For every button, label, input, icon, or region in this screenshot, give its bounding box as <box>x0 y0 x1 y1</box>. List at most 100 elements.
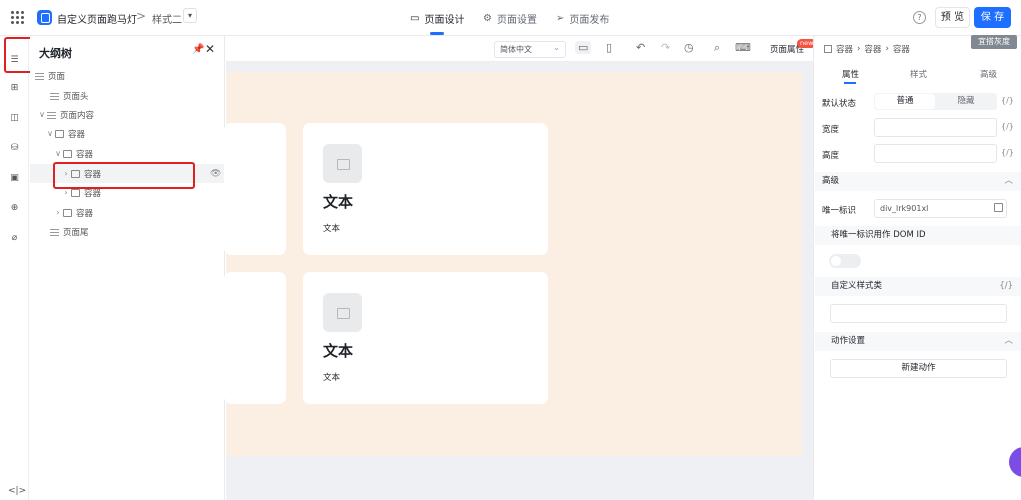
unique-id-input[interactable]: div_lrk901xl <box>874 199 1007 218</box>
desktop-icon[interactable]: ▭ <box>575 41 592 54</box>
image-placeholder-icon <box>323 144 362 183</box>
language-select[interactable]: 简体中文 <box>494 40 566 58</box>
tree-node-header[interactable]: 页面头 <box>30 86 225 105</box>
attachment-icon[interactable]: ⌀ <box>7 230 22 245</box>
height-input[interactable] <box>874 144 997 163</box>
style-name[interactable]: 样式二 <box>152 11 182 26</box>
chevron-right-icon: › <box>857 44 861 54</box>
card-title: 文本 <box>323 193 354 211</box>
card-partial[interactable] <box>224 123 286 255</box>
save-button[interactable]: 保 存 <box>974 7 1011 28</box>
card-partial[interactable] <box>224 272 286 404</box>
tree-node-footer[interactable]: 页面尾 <box>30 222 225 241</box>
container-node-icon <box>63 208 72 217</box>
card-text: 文本 <box>323 224 341 234</box>
undo-icon[interactable]: ↶ <box>636 41 645 54</box>
tree-node-content[interactable]: ∨ 页面内容 <box>30 105 225 124</box>
code-toggle-icon[interactable]: <|> <box>8 486 26 496</box>
chevron-up-icon: ︿ <box>1004 176 1013 186</box>
eye-hidden-icon[interactable]: 👁 <box>210 169 221 179</box>
dom-id-toggle[interactable] <box>829 254 861 268</box>
dom-id-label: 将唯一标识用作 DOM ID <box>831 230 926 240</box>
state-hidden-option[interactable]: 隐藏 <box>936 94 996 109</box>
breadcrumb-item[interactable]: 容器 <box>864 43 881 55</box>
top-bar: 自定义页面跑马灯 > 样式二 ▾ ▭ 页面设计 ⚙ 页面设置 ➢ 页面发布 ? … <box>0 0 1021 36</box>
properties-panel: 容器 › 容器 › 容器 属性 样式 高级 默认状态 普通 隐藏 {/} 宽度 … <box>813 36 1021 500</box>
custom-class-label: 自定义样式类 <box>831 281 883 291</box>
tree-node-label: 页面头 <box>63 91 89 102</box>
style-dropdown-icon[interactable]: ▾ <box>183 8 197 23</box>
globe-icon[interactable]: ⊕ <box>7 200 22 215</box>
send-icon: ➢ <box>556 13 565 24</box>
marquee-card[interactable]: 文本 文本 <box>303 272 548 404</box>
preview-button[interactable]: 预 览 <box>935 7 970 28</box>
action-section-header[interactable]: 动作设置 ︿ <box>815 332 1021 351</box>
tree-node-page[interactable]: 页面 <box>30 66 225 85</box>
keyboard-icon[interactable]: ⌨ <box>735 41 751 54</box>
tree-node-container[interactable]: ∨ 容器 <box>30 144 225 163</box>
section-title: 动作设置 <box>831 336 866 346</box>
outline-panel: 大纲树 📌 ✕ 页面 页面头 ∨ 页面内容 ∨ 容器 ∨ 容器 › 容器 👁 ›… <box>30 36 225 500</box>
state-normal-option[interactable]: 普通 <box>875 94 935 109</box>
tab-label: 页面设计 <box>424 15 465 26</box>
js-icon[interactable]: ▣ <box>7 170 22 185</box>
tab-label: 页面设置 <box>496 15 537 26</box>
tree-node-container[interactable]: ∨ 容器 <box>30 124 225 143</box>
height-label: 高度 <box>822 151 840 161</box>
close-icon[interactable]: ✕ <box>205 42 215 56</box>
breadcrumb-item[interactable]: 容器 <box>836 43 853 55</box>
help-icon[interactable]: ? <box>913 11 926 24</box>
tree-node-label: 页面尾 <box>63 227 89 238</box>
tree-node-label: 页面 <box>48 71 66 82</box>
canvas-page[interactable]: 文本 文本 文本 文本 <box>224 72 802 456</box>
layout-template-icon[interactable]: ◫ <box>7 110 22 125</box>
new-action-button[interactable]: 新建动作 <box>830 359 1007 378</box>
tab-page-design[interactable]: ▭ 页面设计 <box>410 11 464 26</box>
caret-down-icon[interactable]: ∨ <box>53 149 63 158</box>
search-icon[interactable]: ⌕ <box>714 41 720 55</box>
mobile-icon[interactable]: ▯ <box>606 41 612 54</box>
tab-page-settings[interactable]: ⚙ 页面设置 <box>483 11 537 26</box>
tab-label: 页面发布 <box>569 15 610 26</box>
marquee-card[interactable]: 文本 文本 <box>303 123 548 255</box>
tab-properties[interactable]: 属性 <box>842 68 859 80</box>
datasource-icon[interactable]: ⛁ <box>7 140 22 155</box>
expression-button[interactable]: {/} <box>1001 122 1014 131</box>
advanced-section-header[interactable]: 高级 ︿ <box>815 172 1021 191</box>
outline-title: 大纲树 <box>39 47 72 60</box>
breadcrumb-separator: > <box>136 9 147 23</box>
gray-release-tag: 宜搭灰度 <box>971 35 1017 49</box>
custom-class-input[interactable] <box>830 304 1007 323</box>
caret-right-icon[interactable]: › <box>53 208 63 217</box>
tree-node-container[interactable]: › 容器 <box>30 203 225 222</box>
tab-advanced[interactable]: 高级 <box>980 68 997 80</box>
container-node-icon <box>55 129 64 138</box>
caret-down-icon[interactable]: ∨ <box>45 129 55 138</box>
app-grid-icon[interactable] <box>11 11 24 24</box>
breadcrumb-item[interactable]: 容器 <box>893 43 910 55</box>
pin-icon[interactable]: 📌 <box>192 44 204 55</box>
app-title[interactable]: 自定义页面跑马灯 <box>57 11 137 26</box>
caret-right-icon[interactable]: › <box>61 188 71 197</box>
tab-style[interactable]: 样式 <box>910 68 927 80</box>
history-icon[interactable]: ◷ <box>684 41 694 54</box>
expression-button[interactable]: {/} <box>1001 148 1014 157</box>
caret-down-icon[interactable]: ∨ <box>37 110 47 119</box>
expression-button[interactable]: {/} <box>999 277 1013 296</box>
component-breadcrumb: 容器 › 容器 › 容器 <box>824 43 910 55</box>
components-icon[interactable]: ⊞ <box>7 80 22 95</box>
container-icon <box>824 45 832 53</box>
width-input[interactable] <box>874 118 997 137</box>
chevron-right-icon: › <box>885 44 889 54</box>
tab-page-publish[interactable]: ➢ 页面发布 <box>556 11 609 26</box>
expression-button[interactable]: {/} <box>1001 96 1014 105</box>
section-title: 高级 <box>822 176 840 186</box>
redo-icon[interactable]: ↷ <box>661 41 670 54</box>
tree-node-label: 容器 <box>76 149 94 160</box>
layout-icon: ▭ <box>410 13 420 24</box>
default-state-segmented: 普通 隐藏 <box>874 93 997 110</box>
active-tab-indicator <box>844 82 856 84</box>
tree-node-label: 页面内容 <box>60 110 95 121</box>
copy-icon[interactable] <box>994 203 1003 212</box>
container-node-icon <box>71 188 80 197</box>
